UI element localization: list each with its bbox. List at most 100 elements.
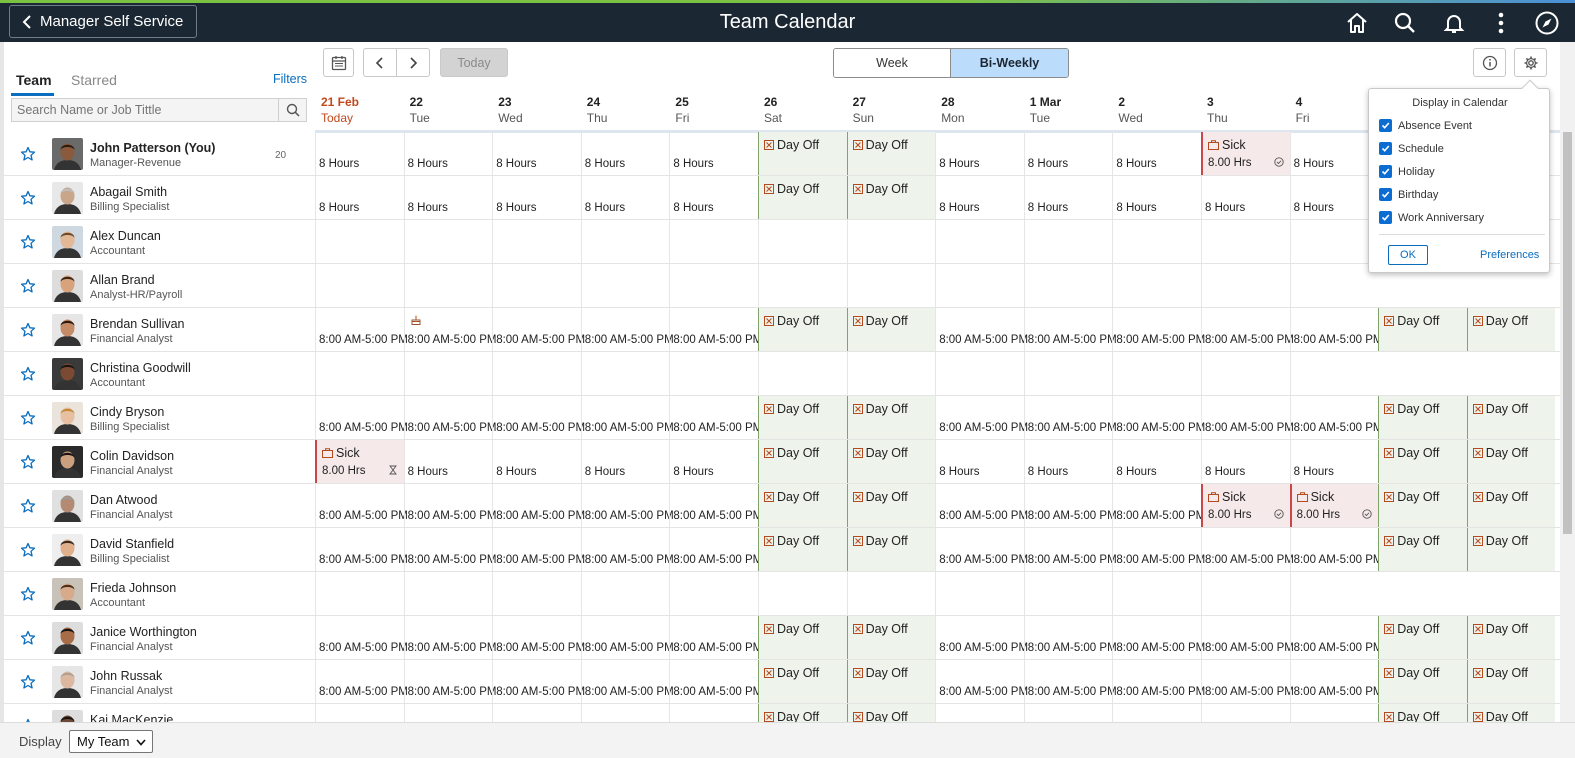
star-icon[interactable] [20, 586, 36, 602]
star-icon[interactable] [20, 630, 36, 646]
next-button[interactable] [396, 48, 430, 77]
scrollbar[interactable] [1560, 42, 1575, 722]
calendar-cell[interactable]: 8:00 AM-5:00 PM [492, 704, 581, 722]
calendar-cell[interactable]: 8:00 AM-5:00 PM [403, 528, 496, 571]
preferences-link[interactable]: Preferences [1480, 249, 1539, 261]
calendar-cell[interactable] [1023, 572, 1113, 615]
calendar-cell[interactable]: 8:00 AM-5:00 PM [1112, 704, 1201, 722]
calendar-cell[interactable] [403, 352, 493, 395]
calendar-cell[interactable]: 8 Hours [403, 440, 493, 483]
calendar-cell[interactable] [1112, 352, 1201, 395]
calendar-cell[interactable] [935, 264, 1024, 307]
employee-name[interactable]: Frieda Johnson [90, 581, 176, 595]
calendar-cell[interactable] [758, 264, 847, 307]
calendar-cell[interactable]: 8 Hours [1289, 132, 1379, 175]
calendar-cell[interactable] [580, 352, 670, 395]
day-off-cell[interactable]: Day Off [1466, 528, 1556, 571]
day-off-cell[interactable]: Day Off [846, 308, 936, 351]
calendar-cell[interactable]: 8:00 AM-5:00 PM [669, 396, 762, 439]
day-off-cell[interactable]: Day Off [758, 616, 847, 659]
star-icon[interactable] [20, 542, 36, 558]
day-off-cell[interactable]: Day Off [1466, 396, 1556, 439]
calendar-cell[interactable]: 8:00 AM-5:00 PM [580, 616, 674, 659]
back-button[interactable]: Manager Self Service [9, 5, 198, 38]
display-option[interactable]: Absence Event [1379, 119, 1472, 132]
calendar-cell[interactable] [315, 572, 404, 615]
calendar-cell[interactable]: 8:00 AM-5:00 PM [1289, 660, 1382, 703]
calendar-cell[interactable]: 8:00 AM-5:00 PM [580, 528, 674, 571]
day-off-cell[interactable]: Day Off [846, 616, 936, 659]
calendar-cell[interactable]: 8:00 AM-5:00 PM [1201, 704, 1290, 722]
calendar-cell[interactable] [403, 572, 493, 615]
star-icon[interactable] [20, 190, 36, 206]
day-off-cell[interactable]: Day Off [1466, 616, 1556, 659]
calendar-cell[interactable]: 8 Hours [1023, 176, 1113, 219]
date-column-header[interactable]: 26 Sat [758, 90, 846, 130]
calendar-cell[interactable]: 8:00 AM-5:00 PM [492, 616, 585, 659]
employee-name[interactable]: Dan Atwood [90, 493, 157, 507]
search-button[interactable] [278, 99, 306, 121]
calendar-cell[interactable]: 8:00 AM-5:00 PM [935, 704, 1024, 722]
calendar-cell[interactable]: 8:00 AM-5:00 PM [1023, 484, 1117, 527]
day-off-cell[interactable]: Day Off [1378, 704, 1467, 722]
calendar-cell[interactable]: 8:00 AM-5:00 PM [669, 308, 762, 351]
view-week-button[interactable]: Week [834, 49, 951, 77]
calendar-cell[interactable] [1201, 352, 1290, 395]
calendar-cell[interactable]: 8:00 AM-5:00 PM [669, 704, 758, 722]
ok-button[interactable]: OK [1388, 245, 1428, 265]
employee-name[interactable]: David Stanfield [90, 537, 174, 551]
avatar[interactable] [52, 138, 83, 170]
calendar-cell[interactable] [492, 264, 581, 307]
calendar-cell[interactable]: 8 Hours [403, 132, 493, 175]
calendar-cell[interactable]: 8:00 AM-5:00 PM [1289, 616, 1382, 659]
calendar-cell[interactable] [580, 264, 670, 307]
avatar[interactable] [52, 314, 83, 346]
star-icon[interactable] [20, 366, 36, 382]
calendar-cell[interactable]: 8:00 AM-5:00 PM [1112, 616, 1205, 659]
calendar-cell[interactable]: 8:00 AM-5:00 PM [1201, 616, 1294, 659]
calendar-cell[interactable]: 8:00 AM-5:00 PM [492, 660, 585, 703]
avatar[interactable] [52, 534, 83, 566]
day-off-cell[interactable]: Day Off [846, 484, 936, 527]
employee-name[interactable]: Alex Duncan [90, 229, 161, 243]
calendar-cell[interactable]: 8:00 AM-5:00 PM [403, 660, 496, 703]
calendar-cell[interactable]: 8:00 AM-5:00 PM [315, 396, 408, 439]
calendar-cell[interactable]: 8:00 AM-5:00 PM [935, 616, 1028, 659]
checkbox[interactable] [1379, 211, 1392, 224]
tab-starred[interactable]: Starred [71, 72, 117, 88]
day-off-cell[interactable]: Day Off [758, 704, 847, 722]
day-off-cell[interactable]: Day Off [1378, 440, 1467, 483]
calendar-cell[interactable]: 8:00 AM-5:00 PM [315, 660, 408, 703]
day-off-cell[interactable]: Day Off [1466, 704, 1556, 722]
date-column-header[interactable]: 25 Fri [669, 90, 757, 130]
calendar-cell[interactable]: 8:00 AM-5:00 PM [1112, 308, 1205, 351]
day-off-cell[interactable]: Day Off [758, 396, 847, 439]
home-icon[interactable] [1343, 9, 1371, 37]
calendar-cell[interactable] [1201, 264, 1290, 307]
today-button[interactable]: Today [440, 48, 508, 77]
notifications-icon[interactable] [1440, 9, 1468, 37]
calendar-cell[interactable] [1201, 220, 1290, 263]
employee-name[interactable]: Janice Worthington [90, 625, 197, 639]
calendar-cell[interactable]: 8:00 AM-5:00 PM [1289, 396, 1382, 439]
calendar-cell[interactable] [1023, 264, 1113, 307]
calendar-cell[interactable]: 8:00 AM-5:00 PM [935, 660, 1028, 703]
avatar[interactable] [52, 182, 83, 214]
calendar-cell[interactable]: 8 Hours [1023, 132, 1113, 175]
day-off-cell[interactable]: Day Off [1466, 484, 1556, 527]
calendar-cell[interactable]: 8:00 AM-5:00 PM [1023, 704, 1113, 722]
day-off-cell[interactable]: Day Off [758, 660, 847, 703]
calendar-cell[interactable]: 8:00 AM-5:00 PM [1112, 660, 1205, 703]
date-column-header[interactable]: 27 Sun [847, 90, 935, 130]
calendar-cell[interactable] [403, 264, 493, 307]
date-column-header[interactable]: 21 Feb Today [315, 90, 403, 130]
employee-name[interactable]: Allan Brand [90, 273, 155, 287]
calendar-cell[interactable]: 8:00 AM-5:00 PM [935, 308, 1028, 351]
calendar-cell[interactable]: 8 Hours [669, 176, 758, 219]
calendar-cell[interactable] [1023, 220, 1113, 263]
calendar-cell[interactable]: 8:00 AM-5:00 PM [1201, 396, 1294, 439]
calendar-cell[interactable]: 8 Hours [1289, 176, 1379, 219]
calendar-cell[interactable] [1112, 220, 1201, 263]
calendar-cell[interactable]: 8 Hours [580, 132, 670, 175]
navbar-icon[interactable] [1533, 9, 1561, 37]
